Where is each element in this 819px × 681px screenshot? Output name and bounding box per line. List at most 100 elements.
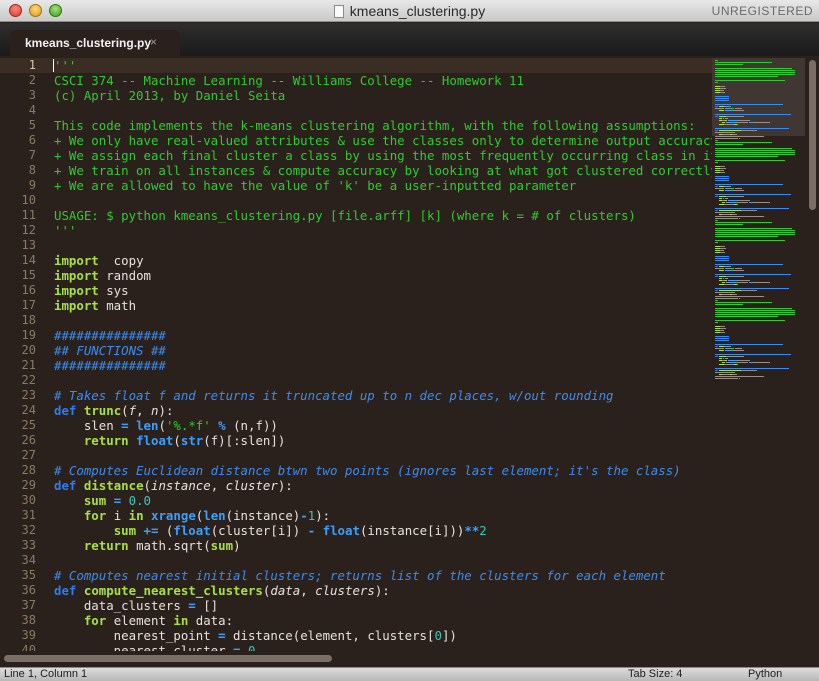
code-token: return — [83, 538, 129, 553]
code-line[interactable]: # Computes nearest initial clusters; ret… — [54, 568, 666, 583]
code-line[interactable]: # Computes Euclidean distance btwn two p… — [54, 463, 681, 478]
minimap-line — [715, 310, 795, 311]
line-number: 23 — [21, 388, 36, 402]
code-line[interactable]: ## FUNCTIONS ## — [54, 343, 166, 358]
code-token: data: — [188, 613, 234, 628]
tab-kmeans-clustering[interactable]: kmeans_clustering.py × — [10, 30, 180, 56]
minimap-line — [725, 120, 727, 121]
code-line[interactable]: for element in data: — [54, 613, 233, 628]
code-line[interactable]: import math — [54, 298, 136, 313]
cursor-position: Line 1, Column 1 — [4, 668, 88, 680]
code-line[interactable]: CSCI 374 -- Machine Learning -- Williams… — [54, 73, 524, 88]
minimap-line — [736, 108, 742, 109]
code-line[interactable]: import sys — [54, 283, 129, 298]
minimap-line — [722, 202, 725, 203]
code-token: clusters — [315, 583, 375, 598]
minimap-line — [715, 72, 795, 73]
horizontal-scroll-thumb[interactable] — [4, 655, 332, 662]
minimap-line — [737, 204, 738, 205]
minimap-line — [723, 268, 724, 269]
code-line[interactable]: import copy — [54, 253, 144, 268]
minimap-line — [715, 100, 729, 101]
code-token: xrange — [151, 508, 196, 523]
minimap-line — [769, 282, 770, 283]
vertical-scrollbar[interactable] — [807, 56, 819, 651]
code-line[interactable]: + We train on all instances & compute ac… — [54, 163, 712, 178]
code-line[interactable]: ''' — [54, 223, 76, 238]
code-line[interactable]: def distance(instance, cluster): — [54, 478, 293, 493]
line-number: 9 — [28, 178, 36, 192]
minimap-line — [769, 202, 770, 203]
code-line[interactable]: ''' — [54, 58, 76, 73]
code-line[interactable]: + We assign each final cluster a class b… — [54, 148, 712, 163]
line-number: 31 — [21, 508, 36, 522]
minimap-line — [715, 224, 743, 225]
code-line[interactable]: USAGE: $ python kmeans_clustering.py [fi… — [54, 208, 636, 223]
minimap-line — [722, 282, 725, 283]
syntax-selector[interactable]: Python — [748, 668, 782, 680]
minimap-line — [715, 232, 795, 233]
code-token: += — [143, 523, 159, 538]
line-number: 13 — [21, 238, 36, 252]
line-number: 14 — [21, 253, 36, 267]
tab-close-icon[interactable]: × — [150, 35, 157, 49]
code-line[interactable]: def trunc(f, n): — [54, 403, 173, 418]
code-token: , — [210, 478, 226, 493]
minimap-line — [720, 168, 726, 169]
line-number: 24 — [21, 403, 36, 417]
code-line[interactable]: + We only have real-valued attributes & … — [54, 133, 712, 148]
code-token: + We are allowed to have the value of 'k… — [54, 178, 577, 193]
code-token: , — [300, 583, 316, 598]
minimap-line — [723, 108, 724, 109]
minimap[interactable] — [712, 56, 807, 651]
code-line[interactable]: def compute_nearest_clusters(data, clust… — [54, 583, 390, 598]
minimap-line — [725, 200, 727, 201]
minimap-line — [719, 290, 741, 291]
code-line[interactable]: return math.sqrt(sum) — [54, 538, 241, 553]
text-cursor — [53, 59, 54, 72]
tab-size-selector[interactable]: Tab Size: 4 — [628, 668, 682, 680]
code-line[interactable]: ############### — [54, 328, 166, 343]
horizontal-scrollbar[interactable] — [0, 651, 819, 667]
code-line[interactable]: This code implements the k-means cluster… — [54, 118, 696, 133]
minimap-line — [715, 138, 737, 139]
code-editor[interactable]: 1 2 3 4 5 6 7 8 9 10 11 12 13 14 15 16 17 18 19 20 21 22 23 24 2… — [0, 56, 712, 651]
code-token: 2 — [479, 523, 487, 538]
minimap-line — [719, 278, 722, 279]
code-line[interactable]: sum += (float(cluster[i]) - float(instan… — [54, 523, 487, 538]
minimap-line — [736, 296, 761, 297]
code-token: ( — [121, 403, 129, 418]
code-token: (instance) — [225, 508, 301, 523]
code-line[interactable]: nearest_cluster = 0 — [54, 643, 256, 651]
minimap-line — [720, 326, 725, 327]
minimap-line — [725, 118, 728, 119]
minimap-line — [715, 302, 772, 303]
code-line[interactable]: for i in xrange(len(instance)-1): — [54, 508, 330, 523]
vertical-scroll-thumb[interactable] — [809, 60, 816, 210]
code-line[interactable]: slen = len('%.*f' % (n,f)) — [54, 418, 278, 433]
code-line[interactable]: # Takes float f and returns it truncated… — [54, 388, 614, 403]
minimap-line — [715, 240, 785, 241]
line-number: 3 — [28, 88, 36, 102]
minimap-line — [720, 88, 726, 89]
code-line[interactable]: (c) April 2013, by Daniel Seita — [54, 88, 285, 103]
window-title: kmeans_clustering.py — [0, 3, 819, 19]
code-line[interactable]: sum = 0.0 — [54, 493, 151, 508]
code-line[interactable]: data_clusters = [] — [54, 598, 218, 613]
code-line[interactable]: ############### — [54, 358, 166, 373]
line-number: 20 — [21, 343, 36, 357]
minimap-line — [719, 358, 722, 359]
minimap-line — [720, 332, 725, 333]
minimap-line — [715, 230, 795, 231]
minimap-line — [715, 136, 735, 137]
code-line[interactable]: return float(str(f)[:slen]) — [54, 433, 285, 448]
code-token: ( — [158, 523, 174, 538]
minimap-line — [715, 64, 743, 65]
code-line[interactable]: + We are allowed to have the value of 'k… — [54, 178, 576, 193]
code-line[interactable]: nearest_point = distance(element, cluste… — [54, 628, 457, 643]
minimap-line — [719, 116, 726, 117]
line-number-gutter: 1 2 3 4 5 6 7 8 9 10 11 12 13 14 15 16 17 18 19 20 21 22 23 24 2… — [0, 56, 44, 651]
code-line[interactable]: import random — [54, 268, 151, 283]
